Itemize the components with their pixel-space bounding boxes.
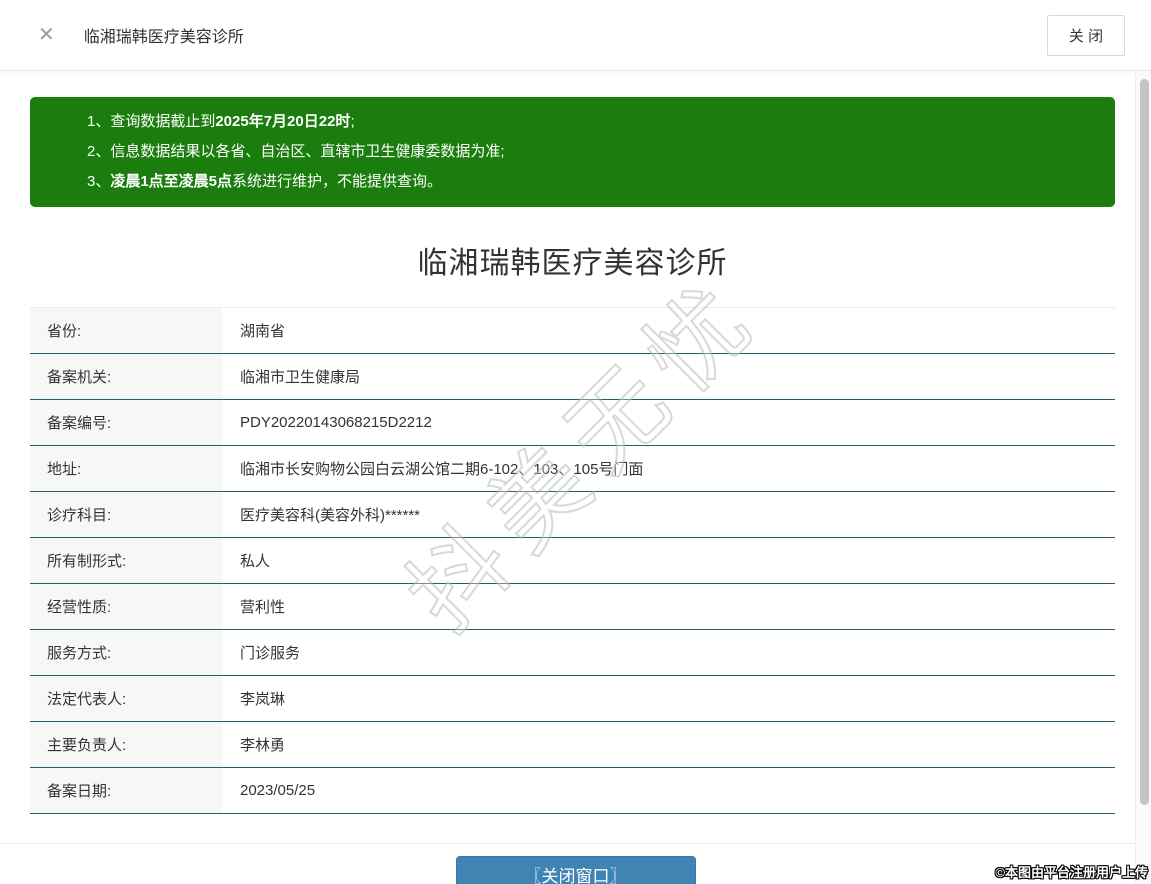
row-value: PDY20220143068215D2212	[240, 414, 432, 431]
footer: 〖关闭窗口〗	[0, 844, 1151, 884]
row-label: 备案编号:	[30, 400, 222, 445]
table-row-province: 省份: 湖南省	[30, 308, 1115, 354]
row-value: 李岚琳	[240, 691, 286, 708]
table-row-service-mode: 服务方式: 门诊服务	[30, 630, 1115, 676]
row-label: 省份:	[30, 308, 222, 353]
table-row-business-nature: 经营性质: 营利性	[30, 584, 1115, 630]
row-label: 备案机关:	[30, 354, 222, 399]
row-value: 门诊服务	[240, 645, 301, 662]
row-value: 2023/05/25	[240, 782, 316, 799]
table-row-filing-authority: 备案机关: 临湘市卫生健康局	[30, 354, 1115, 400]
page-title: 临湘瑞韩医疗美容诊所	[417, 247, 728, 280]
notice-line-3: 3、凌晨1点至凌晨5点系统进行维护，不能提供查询。	[87, 167, 1095, 197]
row-value: 李林勇	[240, 737, 286, 754]
notice-text: 3、	[87, 173, 111, 190]
scrollbar[interactable]	[1135, 72, 1151, 884]
content-area: 1、查询数据截止到2025年7月20日22时; 2、信息数据结果以各省、自治区、…	[0, 97, 1151, 814]
row-value: 医疗美容科(美容外科)******	[240, 507, 421, 524]
notice-line-1: 1、查询数据截止到2025年7月20日22时;	[87, 107, 1095, 137]
row-value: 临湘市长安购物公园白云湖公馆二期6-102、103、105号门面	[240, 461, 644, 478]
notice-bold-text: 凌晨1点至凌晨5点	[110, 173, 233, 190]
row-label: 经营性质:	[30, 584, 222, 629]
table-row-filing-date: 备案日期: 2023/05/25	[30, 768, 1115, 814]
copyright-overlay: ©本图由平台注册用户上传	[995, 865, 1148, 880]
table-row-ownership-form: 所有制形式: 私人	[30, 538, 1115, 584]
clinic-detail-window: ✕ 临湘瑞韩医疗美容诊所 关 闭 1、查询数据截止到2025年7月20日22时;…	[0, 0, 1151, 884]
window-header: ✕ 临湘瑞韩医疗美容诊所 关 闭	[0, 0, 1151, 71]
notice-banner: 1、查询数据截止到2025年7月20日22时; 2、信息数据结果以各省、自治区、…	[30, 97, 1115, 207]
row-value: 临湘市卫生健康局	[240, 369, 361, 386]
row-label: 备案日期:	[30, 768, 222, 813]
row-value: 湖南省	[240, 323, 286, 340]
notice-text: 2、信息数据结果以各省、自治区、直辖市卫生健康委数据为准;	[87, 143, 505, 160]
row-value: 私人	[240, 553, 271, 570]
table-row-treatment-subjects: 诊疗科目: 医疗美容科(美容外科)******	[30, 492, 1115, 538]
detail-table: 省份: 湖南省 备案机关: 临湘市卫生健康局 备案编号: PDY20220143…	[30, 307, 1115, 814]
row-value: 营利性	[240, 599, 286, 616]
notice-line-2: 2、信息数据结果以各省、自治区、直辖市卫生健康委数据为准;	[87, 137, 1095, 167]
window-title: 临湘瑞韩医疗美容诊所	[83, 29, 244, 46]
table-row-filing-number: 备案编号: PDY20220143068215D2212	[30, 400, 1115, 446]
table-row-legal-representative: 法定代表人: 李岚琳	[30, 676, 1115, 722]
notice-bold-text: 2025年7月20日22时	[215, 113, 351, 130]
row-label: 法定代表人:	[30, 676, 222, 721]
close-window-button[interactable]: 〖关闭窗口〗	[455, 856, 696, 884]
close-button[interactable]: 关 闭	[1047, 14, 1125, 56]
row-label: 所有制形式:	[30, 538, 222, 583]
table-row-address: 地址: 临湘市长安购物公园白云湖公馆二期6-102、103、105号门面	[30, 446, 1115, 492]
notice-text: 系统进行维护，不能提供查询。	[232, 173, 443, 190]
row-label: 地址:	[30, 446, 222, 491]
close-x-icon[interactable]: ✕	[38, 25, 55, 45]
row-label: 服务方式:	[30, 630, 222, 675]
notice-text: ;	[350, 113, 355, 130]
row-label: 主要负责人:	[30, 722, 222, 767]
table-row-main-person-in-charge: 主要负责人: 李林勇	[30, 722, 1115, 768]
notice-text: 1、查询数据截止到	[87, 113, 216, 130]
row-label: 诊疗科目:	[30, 492, 222, 537]
scrollbar-thumb[interactable]	[1140, 79, 1149, 805]
